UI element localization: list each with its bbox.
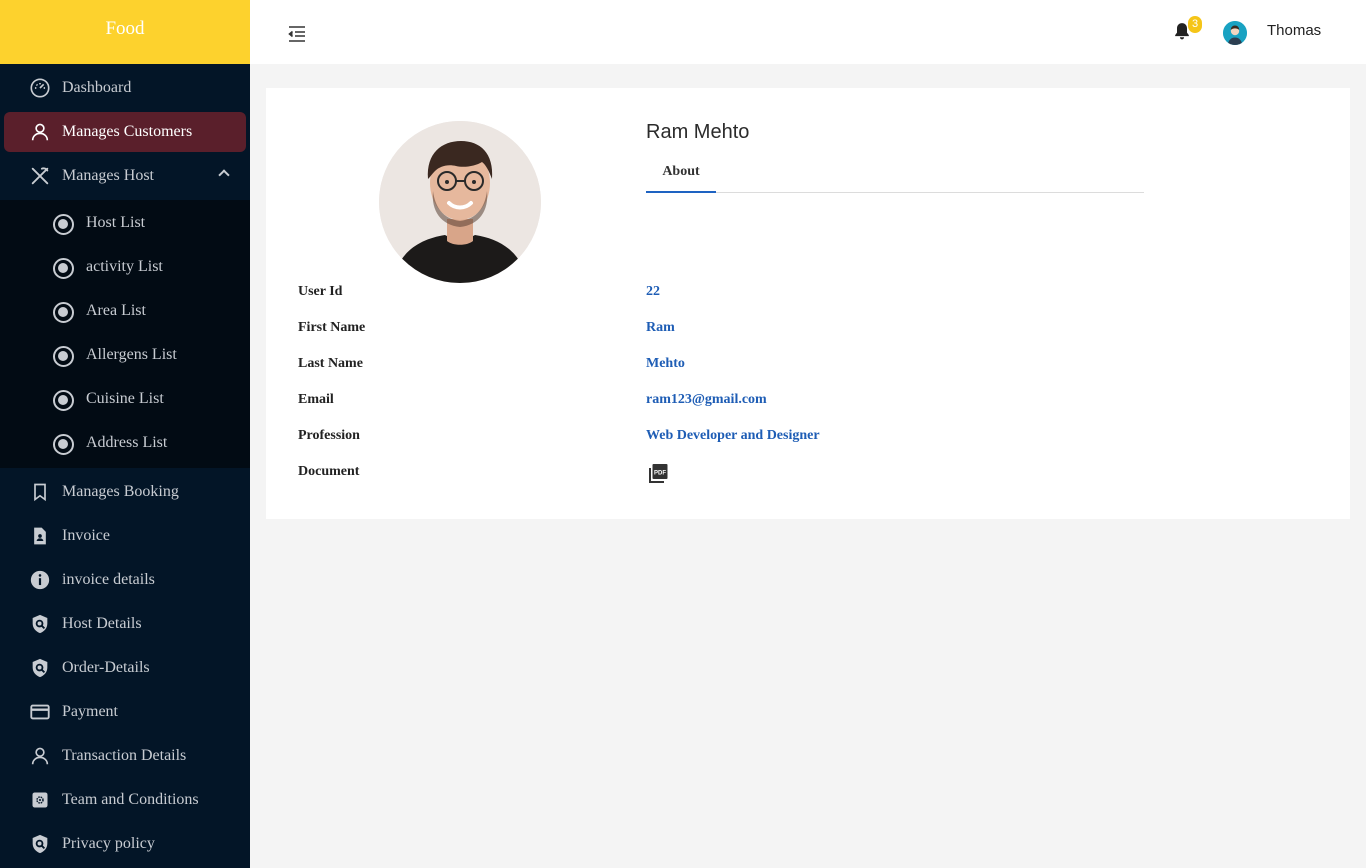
- sidebar-subitem-area-list[interactable]: Area List: [0, 290, 250, 334]
- sidebar-item-label: Dashboard: [62, 79, 132, 96]
- sidebar: Food Dashboard Manages Customers Manages…: [0, 0, 250, 868]
- radio-icon: [53, 258, 74, 279]
- avatar[interactable]: [1223, 21, 1247, 45]
- user-icon: [28, 120, 52, 144]
- sidebar-item-team-and-conditions[interactable]: Team and Conditions: [0, 778, 250, 822]
- profile-photo: [379, 121, 541, 283]
- sidebar-item-transaction-details[interactable]: Transaction Details: [0, 734, 250, 778]
- menu-toggle-icon[interactable]: [287, 25, 307, 43]
- sidebar-item-label: Order-Details: [62, 659, 150, 676]
- info-icon: [28, 568, 52, 592]
- radio-icon: [53, 390, 74, 411]
- sidebar-subitem-label: Address List: [86, 434, 168, 451]
- sidebar-item-label: Manages Host: [62, 167, 154, 184]
- field-value-profession: Web Developer and Designer: [646, 428, 820, 443]
- field-value-user-id: 22: [646, 284, 660, 299]
- radio-icon: [53, 214, 74, 235]
- radio-icon: [53, 302, 74, 323]
- sidebar-item-label: Manages Booking: [62, 483, 179, 500]
- sidebar-item-manages-customers[interactable]: Manages Customers: [4, 112, 246, 152]
- sidebar-subitem-label: Allergens List: [86, 346, 177, 363]
- radio-icon: [53, 346, 74, 367]
- sidebar-subitem-host-list[interactable]: Host List: [0, 202, 250, 246]
- shield-search-icon: [28, 656, 52, 680]
- sidebar-item-manages-host[interactable]: Manages Host: [0, 154, 250, 198]
- host-submenu: Host List activity List Area List Allerg…: [0, 200, 250, 468]
- sidebar-item-label: invoice details: [62, 571, 155, 588]
- sidebar-subitem-label: activity List: [86, 258, 163, 275]
- notification-badge: 3: [1188, 16, 1202, 33]
- profile-name: Ram Mehto: [646, 121, 750, 143]
- sidebar-item-privacy-policy[interactable]: Privacy policy: [0, 822, 250, 866]
- field-label-first-name: First Name: [298, 320, 366, 335]
- svg-text:PDF: PDF: [654, 470, 666, 476]
- profile-tabs: About: [646, 152, 1144, 193]
- sidebar-subitem-label: Cuisine List: [86, 390, 164, 407]
- sidebar-item-label: Invoice: [62, 527, 110, 544]
- sidebar-subitem-label: Host List: [86, 214, 146, 231]
- brand-logo[interactable]: Food: [0, 0, 250, 64]
- sidebar-item-label: Team and Conditions: [62, 791, 199, 808]
- radio-icon: [53, 434, 74, 455]
- sidebar-item-invoice[interactable]: Invoice: [0, 514, 250, 558]
- user-name[interactable]: Thomas: [1267, 22, 1321, 39]
- field-label-user-id: User Id: [298, 284, 343, 299]
- sidebar-item-label: Transaction Details: [62, 747, 187, 764]
- user-icon: [28, 744, 52, 768]
- shield-search-icon: [28, 612, 52, 636]
- field-label-document: Document: [298, 464, 360, 479]
- sidebar-subitem-activity-list[interactable]: activity List: [0, 246, 250, 290]
- sidebar-item-label: Privacy policy: [62, 835, 155, 852]
- field-value-first-name: Ram: [646, 320, 675, 335]
- sidebar-subitem-cuisine-list[interactable]: Cuisine List: [0, 378, 250, 422]
- chevron-up-icon[interactable]: [218, 169, 230, 181]
- sidebar-subitem-label: Area List: [86, 302, 146, 319]
- field-label-last-name: Last Name: [298, 356, 363, 371]
- dashboard-gauge-icon: [28, 76, 52, 100]
- field-label-profession: Profession: [298, 428, 360, 443]
- tab-about[interactable]: About: [646, 152, 716, 193]
- shield-search-icon: [28, 832, 52, 856]
- field-value-email: ram123@gmail.com: [646, 392, 767, 407]
- sidebar-item-payment[interactable]: Payment: [0, 690, 250, 734]
- fork-knife-icon: [28, 164, 52, 188]
- bookmark-icon: [28, 480, 52, 504]
- settings-icon: [28, 788, 52, 812]
- sidebar-item-label: Payment: [62, 703, 118, 720]
- credit-card-icon: [28, 700, 52, 724]
- field-value-last-name: Mehto: [646, 356, 685, 371]
- document-user-icon: [28, 524, 52, 548]
- sidebar-subitem-address-list[interactable]: Address List: [0, 422, 250, 466]
- sidebar-item-manages-booking[interactable]: Manages Booking: [0, 470, 250, 514]
- topbar: 3 Thomas: [250, 0, 1366, 64]
- sidebar-item-invoice-details[interactable]: invoice details: [0, 558, 250, 602]
- sidebar-item-label: Manages Customers: [62, 123, 193, 140]
- sidebar-item-label: Host Details: [62, 615, 142, 632]
- sidebar-subitem-allergens-list[interactable]: Allergens List: [0, 334, 250, 378]
- field-label-email: Email: [298, 392, 334, 407]
- sidebar-item-host-details[interactable]: Host Details: [0, 602, 250, 646]
- sidebar-item-dashboard[interactable]: Dashboard: [0, 66, 250, 110]
- pdf-icon[interactable]: PDF: [646, 462, 670, 486]
- profile-card: Ram Mehto About User Id 22 First Name Ra…: [266, 88, 1350, 519]
- sidebar-item-order-details[interactable]: Order-Details: [0, 646, 250, 690]
